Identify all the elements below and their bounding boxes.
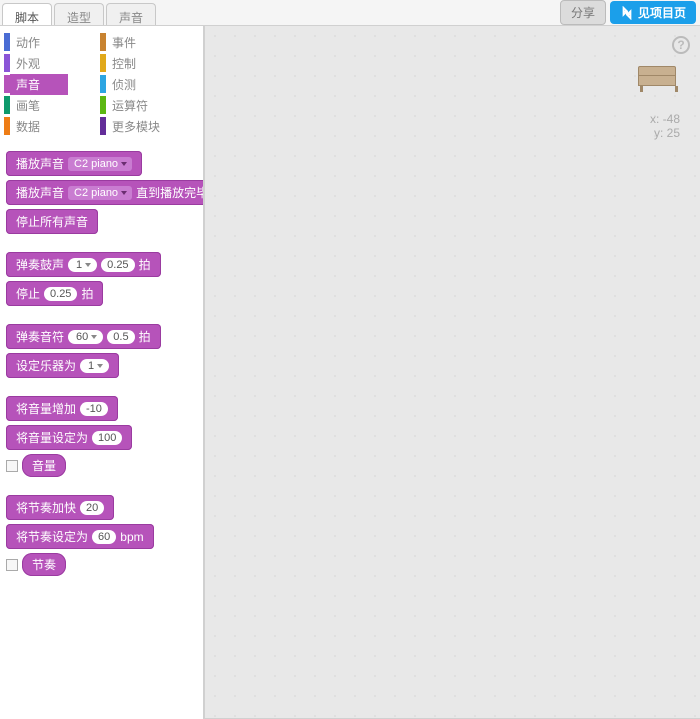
- caret-icon: [85, 263, 91, 267]
- project-page-label: 见项目页: [638, 4, 686, 21]
- block-label: 将节奏设定为: [16, 528, 88, 545]
- block-label: 将音量增加: [16, 400, 76, 417]
- category-0[interactable]: 动作: [4, 32, 100, 52]
- category-6[interactable]: 画笔: [4, 95, 100, 115]
- category-8[interactable]: 数据: [4, 116, 100, 136]
- block-set-instrument[interactable]: 设定乐器为 1: [6, 353, 119, 378]
- scripts-canvas[interactable]: ? x: -48 y: 25: [204, 26, 700, 719]
- categories: 动作 事件外观 控制声音 侦测画笔 运算符数据 更多模块: [0, 26, 203, 143]
- value-input[interactable]: 20: [80, 501, 104, 515]
- block-change-tempo[interactable]: 将节奏加快 20: [6, 495, 114, 520]
- category-label: 事件: [112, 34, 136, 51]
- caret-icon: [97, 364, 103, 368]
- category-label: 更多模块: [112, 118, 160, 135]
- block-label: 拍: [139, 256, 151, 273]
- block-label: 播放声音: [16, 184, 64, 201]
- beats-input[interactable]: 0.25: [101, 258, 134, 272]
- sidebar: 动作 事件外观 控制声音 侦测画笔 运算符数据 更多模块 播放声音 C2 piano 播放…: [0, 26, 204, 719]
- topbar-right: 分享 见项目页: [560, 0, 700, 25]
- block-label: 直到播放完毕: [136, 184, 204, 201]
- block-set-tempo[interactable]: 将节奏设定为 60 bpm: [6, 524, 154, 549]
- category-color-swatch: [100, 75, 106, 93]
- category-4[interactable]: 声音: [4, 74, 100, 94]
- sprite-thumbnail[interactable]: [638, 66, 680, 94]
- category-9[interactable]: 更多模块: [100, 116, 196, 136]
- block-label: 弹奏音符: [16, 328, 64, 345]
- category-color-swatch: [4, 33, 10, 51]
- block-label: 将音量设定为: [16, 429, 88, 446]
- category-color-swatch: [100, 33, 106, 51]
- category-color-swatch: [4, 117, 10, 135]
- value-input[interactable]: 100: [92, 431, 122, 445]
- share-button[interactable]: 分享: [560, 0, 606, 25]
- caret-icon: [121, 191, 127, 195]
- block-label: 设定乐器为: [16, 357, 76, 374]
- block-play-note[interactable]: 弹奏音符 60 0.5 拍: [6, 324, 161, 349]
- category-1[interactable]: 事件: [100, 32, 196, 52]
- project-page-button[interactable]: 见项目页: [610, 1, 696, 24]
- tab-sounds[interactable]: 声音: [106, 3, 156, 25]
- block-change-volume[interactable]: 将音量增加 -10: [6, 396, 118, 421]
- block-rest[interactable]: 停止 0.25 拍: [6, 281, 103, 306]
- caret-icon: [121, 162, 127, 166]
- reporter-tempo[interactable]: 节奏: [22, 553, 66, 576]
- block-label: 弹奏鼓声: [16, 256, 64, 273]
- remix-icon: [620, 6, 634, 20]
- block-play-drum[interactable]: 弹奏鼓声 1 0.25 拍: [6, 252, 161, 277]
- beats-input[interactable]: 0.5: [107, 330, 134, 344]
- category-5[interactable]: 侦测: [100, 74, 196, 94]
- volume-monitor-checkbox[interactable]: [6, 460, 18, 472]
- category-3[interactable]: 控制: [100, 53, 196, 73]
- drum-input[interactable]: 1: [68, 258, 97, 272]
- category-label: 动作: [16, 34, 40, 51]
- instrument-input[interactable]: 1: [80, 359, 109, 373]
- tab-costumes[interactable]: 造型: [54, 3, 104, 25]
- category-label: 画笔: [16, 97, 40, 114]
- caret-icon: [91, 335, 97, 339]
- topbar: 脚本 造型 声音 分享 见项目页: [0, 0, 700, 26]
- sound-dropdown[interactable]: C2 piano: [68, 157, 132, 171]
- block-label: 播放声音: [16, 155, 64, 172]
- note-input[interactable]: 60: [68, 330, 103, 344]
- block-play-sound[interactable]: 播放声音 C2 piano: [6, 151, 142, 176]
- value-input[interactable]: -10: [80, 402, 108, 416]
- block-label: 停止: [16, 285, 40, 302]
- sound-dropdown[interactable]: C2 piano: [68, 186, 132, 200]
- tabs: 脚本 造型 声音: [2, 0, 158, 25]
- reporter-volume[interactable]: 音量: [22, 454, 66, 477]
- category-label: 外观: [16, 55, 40, 72]
- block-play-sound-until[interactable]: 播放声音 C2 piano 直到播放完毕: [6, 180, 204, 205]
- block-label: bpm: [120, 530, 143, 544]
- block-label: 拍: [139, 328, 151, 345]
- block-label: 将节奏加快: [16, 499, 76, 516]
- category-color-swatch: [4, 54, 10, 72]
- help-icon[interactable]: ?: [672, 36, 690, 54]
- category-2[interactable]: 外观: [4, 53, 100, 73]
- beats-input[interactable]: 0.25: [44, 287, 77, 301]
- tab-scripts[interactable]: 脚本: [2, 3, 52, 25]
- category-label: 数据: [16, 118, 40, 135]
- block-set-volume[interactable]: 将音量设定为 100: [6, 425, 132, 450]
- blocks-palette: 播放声音 C2 piano 播放声音 C2 piano 直到播放完毕 停止所有声…: [0, 143, 203, 602]
- category-color-swatch: [100, 96, 106, 114]
- category-color-swatch: [100, 54, 106, 72]
- category-label: 运算符: [112, 97, 148, 114]
- category-label: 声音: [10, 74, 68, 95]
- category-7[interactable]: 运算符: [100, 95, 196, 115]
- value-input[interactable]: 60: [92, 530, 116, 544]
- cabinet-icon: [638, 66, 676, 86]
- category-label: 侦测: [112, 76, 136, 93]
- category-label: 控制: [112, 55, 136, 72]
- main: 动作 事件外观 控制声音 侦测画笔 运算符数据 更多模块 播放声音 C2 piano 播放…: [0, 26, 700, 719]
- sprite-coords: x: -48 y: 25: [650, 112, 680, 140]
- tempo-monitor-checkbox[interactable]: [6, 559, 18, 571]
- block-label: 停止所有声音: [16, 213, 88, 230]
- block-label: 拍: [81, 285, 93, 302]
- category-color-swatch: [100, 117, 106, 135]
- category-color-swatch: [4, 96, 10, 114]
- block-stop-all-sounds[interactable]: 停止所有声音: [6, 209, 98, 234]
